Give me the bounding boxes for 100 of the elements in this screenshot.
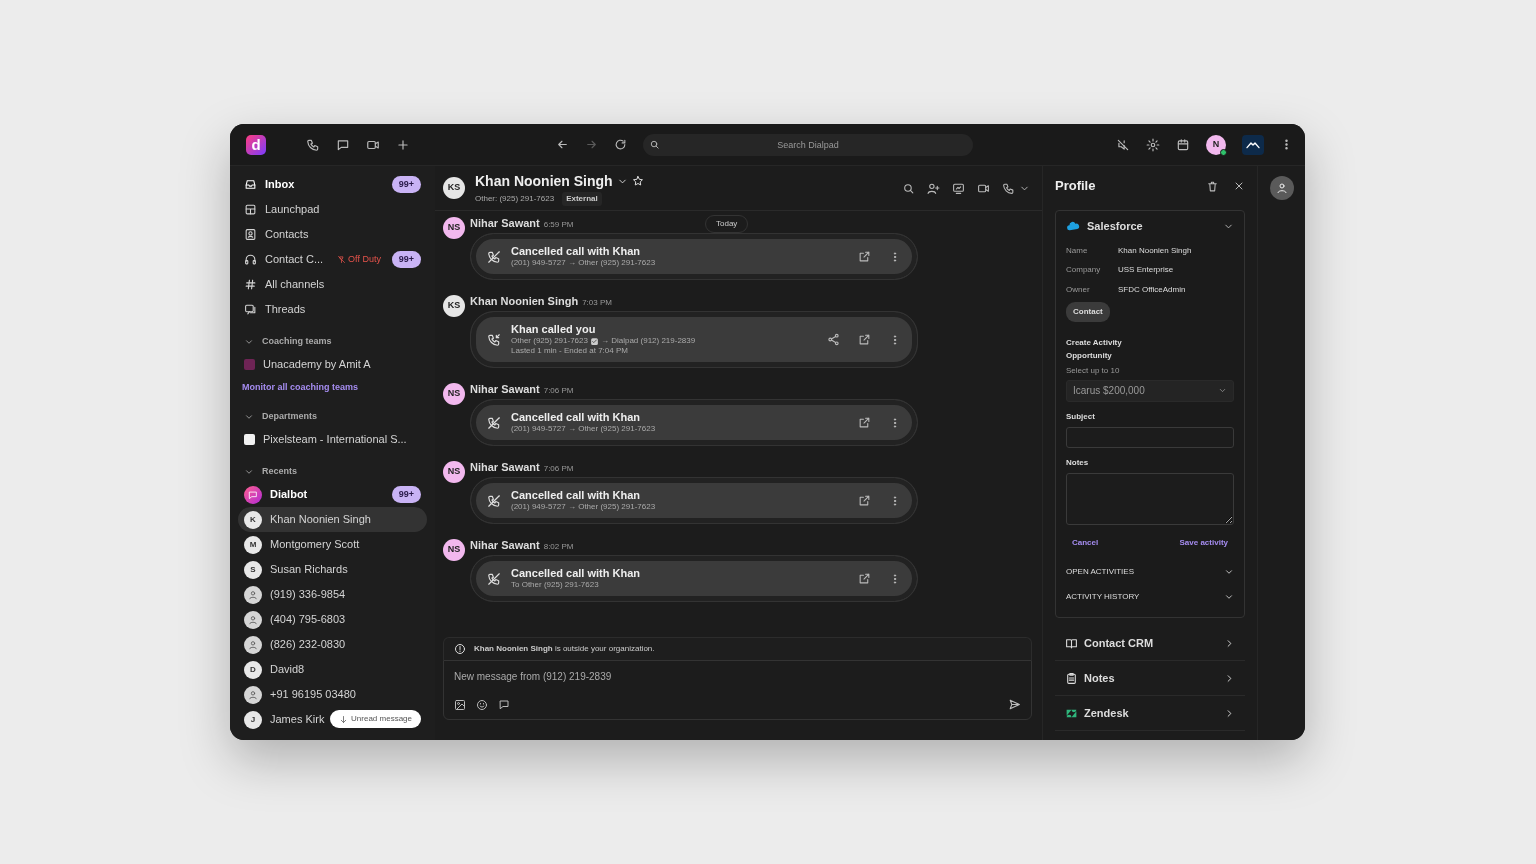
call-title: Cancelled call with Khan: [511, 489, 641, 502]
integration-row[interactable]: Notes: [1055, 661, 1245, 696]
search-field[interactable]: Search Dialpad: [643, 133, 973, 156]
nav-item[interactable]: Contacts: [238, 222, 427, 247]
headset-icon: [244, 253, 257, 266]
collapsible-section[interactable]: ACTIVITY HISTORY: [1066, 584, 1234, 609]
open-external-icon[interactable]: [858, 416, 871, 429]
collapsible-section[interactable]: OPEN ACTIVITIES: [1066, 559, 1234, 584]
field-label: Subject: [1066, 410, 1096, 423]
share-icon[interactable]: [827, 333, 840, 346]
phone-icon[interactable]: [1002, 181, 1015, 195]
nav-item[interactable]: Contact C... Off Duty 99+: [238, 247, 427, 272]
contact-card-icon: [244, 228, 257, 241]
recent-item[interactable]: S Susan Richards: [238, 557, 354, 582]
screen-share-icon[interactable]: [952, 181, 965, 195]
call-card[interactable]: Cancelled call with Khan (201) 949-5727 → Other (925) 291-7623: [470, 477, 918, 524]
call-route: → Dialpad (912) 219-2839: [600, 336, 696, 346]
app-logo[interactable]: d: [246, 134, 266, 155]
monitor-link[interactable]: Monitor all coaching teams: [238, 377, 427, 397]
caret-icon: [1218, 386, 1227, 395]
avatar: KS: [443, 295, 465, 317]
form-subtitle: Opportunity: [1066, 349, 1113, 362]
recent-item[interactable]: J James Kirk: [238, 707, 331, 732]
recent-item[interactable]: (826) 232-0830: [238, 632, 352, 657]
field-value: SFDC OfficeAdmin: [1118, 283, 1187, 296]
section-header[interactable]: Recents: [238, 462, 427, 482]
emoji-icon[interactable]: [476, 698, 488, 711]
integration-row[interactable]: Contact CRM: [1055, 626, 1245, 661]
open-external-icon[interactable]: [858, 333, 871, 346]
trash-icon[interactable]: [1206, 179, 1219, 193]
plus-icon[interactable]: [396, 137, 410, 152]
clipboard-icon: [1065, 671, 1078, 685]
add-person-icon[interactable]: [927, 181, 940, 195]
call-card[interactable]: Cancelled call with Khan (201) 949-5727 → Other (925) 291-7623: [470, 399, 918, 446]
nav-item[interactable]: Launchpad: [238, 197, 427, 222]
avatar: J: [244, 710, 262, 729]
opportunity-select[interactable]: Icarus $200,000: [1066, 379, 1234, 402]
recent-item[interactable]: M Montgomery Scott: [238, 532, 366, 557]
timestamp: 6:59 PM: [543, 219, 574, 231]
sender-name: Nihar Sawant: [470, 382, 540, 397]
cancel-button[interactable]: Cancel: [1072, 537, 1099, 549]
crossed-pin-icon: [337, 255, 347, 264]
refresh-icon[interactable]: [614, 138, 627, 151]
comment-icon[interactable]: [498, 698, 510, 711]
unread-message-button[interactable]: Unread message: [330, 710, 421, 728]
subject-field[interactable]: [1066, 426, 1234, 448]
count-badge: 99+: [391, 175, 421, 194]
open-external-icon[interactable]: [858, 250, 871, 263]
user-avatar[interactable]: N: [1206, 134, 1226, 155]
integration-row[interactable]: Zendesk: [1055, 696, 1245, 731]
open-external-icon[interactable]: [858, 572, 871, 585]
count-badge: 99+: [391, 485, 421, 504]
contact-tag[interactable]: Contact: [1066, 301, 1110, 322]
nav-item[interactable]: Inbox 99+: [238, 172, 427, 197]
contact-name[interactable]: Khan Noonien Singh: [475, 170, 613, 192]
avatar: D: [244, 660, 262, 679]
workspace-logo[interactable]: [1242, 134, 1264, 155]
image-icon[interactable]: [454, 698, 466, 711]
recent-item[interactable]: (919) 336-9854: [238, 582, 352, 607]
incoming-call-icon: [487, 332, 501, 347]
field-label: Company: [1066, 264, 1102, 277]
grid-icon: [244, 203, 257, 216]
save-activity-button[interactable]: Save activity: [1179, 537, 1228, 549]
field-label: Owner: [1066, 283, 1091, 296]
bot-avatar: [244, 485, 262, 504]
recent-item[interactable]: +91 96195 03480: [238, 682, 362, 707]
call-card[interactable]: Cancelled call with Khan (201) 949-5727 → Other (925) 291-7623: [470, 233, 918, 280]
recent-item[interactable]: (404) 795-6803: [238, 607, 352, 632]
send-icon[interactable]: [1008, 698, 1021, 711]
calendar-icon[interactable]: [1176, 137, 1190, 152]
section-header[interactable]: Coaching teams: [238, 332, 427, 352]
field-label: Name: [1066, 244, 1089, 257]
close-icon[interactable]: [1233, 180, 1245, 192]
search-icon[interactable]: [902, 181, 915, 195]
notes-field[interactable]: [1066, 472, 1234, 525]
sender-name: Nihar Sawant: [470, 216, 540, 231]
sender-name: Khan Noonien Singh: [470, 294, 579, 309]
nav-item[interactable]: All channels: [238, 272, 427, 297]
nav-item[interactable]: Threads: [238, 297, 427, 322]
recent-item[interactable]: Dialbot 99+: [238, 482, 427, 507]
call-card[interactable]: Cancelled call with Khan To Other (925) 291-7623: [470, 555, 918, 602]
settings-icon[interactable]: [1146, 137, 1160, 152]
phone-number: Other: (925) 291-7623: [475, 192, 555, 205]
open-external-icon[interactable]: [858, 494, 871, 507]
info-icon: [454, 643, 466, 655]
star-icon[interactable]: [631, 175, 644, 187]
crossed-out-icon[interactable]: [1116, 137, 1130, 152]
back-icon[interactable]: [556, 138, 569, 151]
recent-item[interactable]: K Khan Noonien Singh: [238, 507, 427, 532]
recent-item[interactable]: D David8: [238, 657, 311, 682]
sidebar-item[interactable]: Unacademy by Amit A: [238, 352, 427, 377]
forward-icon[interactable]: [585, 138, 598, 151]
section-header[interactable]: Departments: [238, 407, 427, 427]
timestamp: 7:06 PM: [543, 463, 574, 475]
sidebar-item[interactable]: Pixelsteam - International S...: [238, 427, 427, 452]
call-card[interactable]: Khan called you Other (925) 291-7623 → Dialpad (912) 219-2839 Lasted 1 min - Ended at 7:04 PM: [470, 311, 918, 368]
chat-icon[interactable]: [336, 137, 350, 152]
phone-icon[interactable]: [306, 137, 320, 152]
profile-avatar[interactable]: [1269, 176, 1294, 200]
message-input[interactable]: New message from (912) 219-2839: [454, 669, 1021, 684]
